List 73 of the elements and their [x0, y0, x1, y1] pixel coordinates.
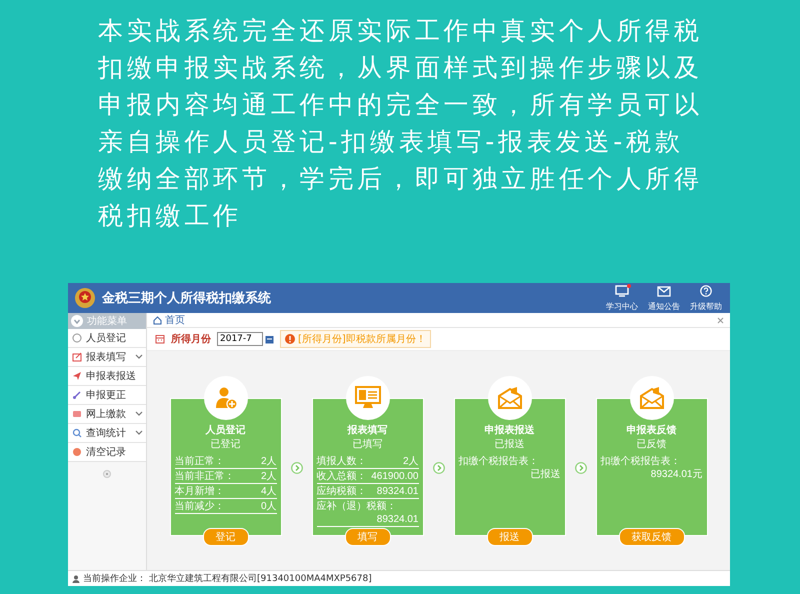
- help-icon: [700, 284, 712, 296]
- stat-value: 2人: [260, 470, 276, 482]
- warning-icon: [285, 334, 295, 344]
- header-link[interactable]: 学习中心: [606, 284, 638, 312]
- chevron-right-icon: [432, 462, 444, 474]
- card-title: 报表填写: [346, 424, 388, 436]
- stat-label: 扣缴个税报告表：: [458, 454, 538, 468]
- circle-icon: [72, 333, 82, 343]
- person-add-icon: [214, 386, 238, 410]
- stat-value: 89324.01元: [650, 468, 702, 480]
- stat-value: 2人: [402, 454, 418, 468]
- envelope-megaphone-icon: [638, 386, 664, 410]
- stat-label: 应补（退）税额：: [316, 500, 396, 512]
- edit-icon: [72, 352, 82, 362]
- notice-text: [所得月份]即税款所属月份！: [298, 332, 426, 346]
- card-status: 已登记: [210, 438, 242, 450]
- home-tab[interactable]: 首页: [153, 313, 185, 327]
- sidebar-menu-item[interactable]: 人员登记: [68, 329, 146, 348]
- close-icon[interactable]: [717, 316, 724, 324]
- stat-value: 461900.00: [371, 470, 418, 482]
- header-link[interactable]: 升级帮助: [690, 284, 722, 312]
- emblem-icon: [74, 287, 96, 309]
- pen-icon: [72, 390, 82, 400]
- card-title: 申报表报送: [484, 424, 536, 436]
- sidebar-menu-item[interactable]: 申报更正: [68, 386, 146, 405]
- stat-label: 当前非正常：: [174, 470, 234, 482]
- stat-value: 4人: [260, 484, 276, 498]
- menu-icon: [71, 315, 83, 327]
- company-name: 北京华立建筑工程有限公司[91340100MA4MXP5678]: [149, 572, 372, 585]
- sidebar-header-label: 功能菜单: [87, 314, 127, 328]
- stat-label: 应纳税额：: [316, 484, 366, 498]
- header-link[interactable]: 通知公告: [648, 284, 680, 312]
- stat-value: 89324.01: [376, 512, 418, 526]
- stat-label: 扣缴个税报告表：: [600, 454, 680, 468]
- status-label: 当前操作企业：: [83, 572, 146, 585]
- card-status: 已填写: [352, 438, 384, 450]
- chevron-right-icon: [574, 462, 586, 474]
- monitor-icon: [615, 284, 629, 296]
- card-status: 已反馈: [636, 438, 668, 450]
- stat-value: 89324.01: [376, 484, 418, 498]
- stat-value: 2人: [260, 454, 276, 468]
- card-status: 已报送: [494, 438, 526, 450]
- user-icon: [72, 574, 80, 582]
- stat-label: 填报人数：: [316, 454, 366, 468]
- send-icon: [72, 371, 82, 381]
- month-input-field[interactable]: 2017-7: [217, 332, 263, 346]
- card-title: 人员登记: [204, 424, 246, 436]
- calendar-icon: [155, 334, 165, 344]
- chevron-right-icon: [290, 462, 302, 474]
- stat-label: 本月新增：: [174, 484, 224, 498]
- sidebar-menu-item[interactable]: 网上缴款: [68, 405, 146, 424]
- envelope-megaphone-icon: [496, 386, 522, 410]
- circle-icon: [72, 447, 82, 457]
- card-icon: [72, 409, 82, 419]
- collapse-handle-icon[interactable]: [103, 470, 111, 478]
- stat-value: 已报送: [530, 468, 560, 480]
- search-icon: [72, 428, 82, 438]
- app-title: 金税三期个人所得税扣缴系统: [102, 290, 272, 307]
- monitor-document-icon: [354, 386, 380, 410]
- stat-label: 当前正常：: [174, 454, 224, 468]
- card-title: 申报表反馈: [626, 424, 678, 436]
- intro-paragraph: 本实战系统完全还原实际工作中真实个人所得税扣缴申报实战系统，从界面样式到操作步骤以及申报内容均通工作中的完全一致，所有学员可以亲自操作人员登记-扣缴表填写-报表发送-税款缴纳全部环节，学完后，即可独立胜任个人所得税扣缴工作: [98, 15, 704, 232]
- sidebar-menu-item[interactable]: 清空记录: [68, 443, 146, 462]
- stat-label: 当前减少：: [174, 500, 224, 512]
- sidebar-menu-item[interactable]: 查询统计: [68, 424, 146, 443]
- stat-value: 0人: [260, 500, 276, 512]
- sidebar-menu-item[interactable]: 申报表报送: [68, 367, 146, 386]
- home-icon: [153, 316, 162, 324]
- mail-icon: [657, 284, 671, 296]
- month-label: 所得月份: [171, 332, 211, 346]
- stat-label: 收入总额：: [316, 470, 366, 482]
- calendar-icon[interactable]: [265, 334, 274, 344]
- sidebar-menu-item[interactable]: 报表填写: [68, 348, 146, 367]
